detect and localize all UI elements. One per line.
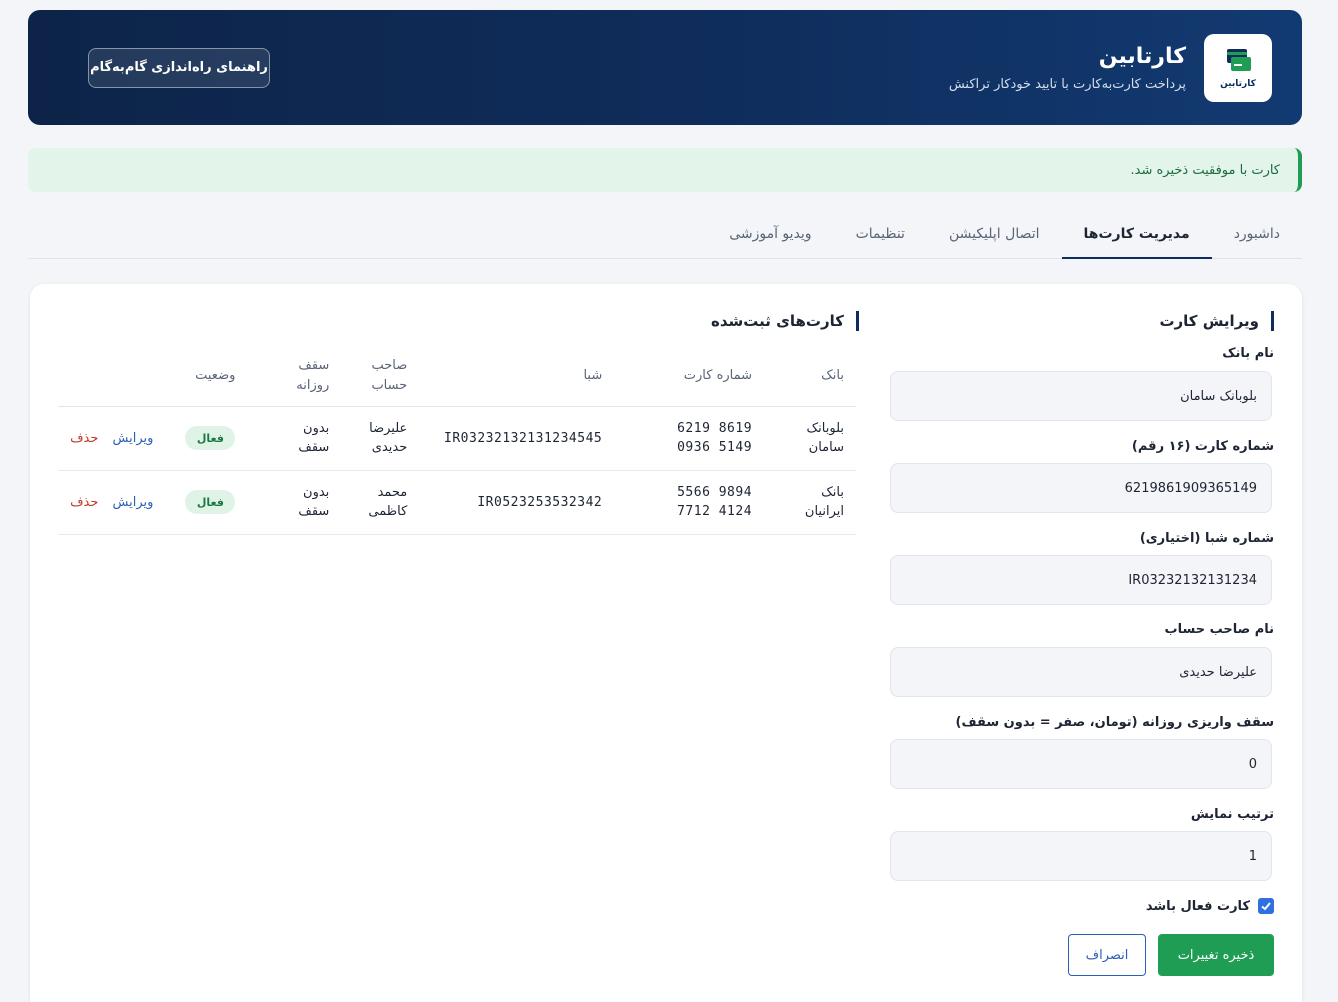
- cards-table: بانک شماره کارت شبا صاحب حساب سقف روزانه…: [58, 346, 856, 535]
- main-tabs: داشبورد مدیریت کارت‌ها اتصال اپلیکیشن تن…: [28, 210, 1302, 259]
- display-order-label: ترتیب نمایش: [1190, 807, 1274, 822]
- account-holder-label: نام صاحب حساب: [1164, 622, 1274, 637]
- delete-link[interactable]: حذف: [70, 431, 98, 446]
- tab-dashboard[interactable]: داشبورد: [1212, 210, 1302, 258]
- cards-table-title: کارت‌های ثبت‌شده: [711, 311, 859, 331]
- brand: کارتابین کارتابین پرداخت کارت‌به‌کارت با…: [949, 33, 1272, 102]
- active-checkbox-row[interactable]: کارت فعال باشد: [1146, 898, 1274, 914]
- tab-app-connection[interactable]: اتصال اپلیکیشن: [927, 210, 1062, 258]
- cell-holder: علیرضا حدیدی: [369, 421, 408, 455]
- tab-card-management[interactable]: مدیریت کارت‌ها: [1061, 210, 1212, 259]
- col-actions: [58, 346, 166, 407]
- delete-link[interactable]: حذف: [70, 495, 98, 510]
- cancel-button[interactable]: انصراف: [1068, 934, 1146, 976]
- setup-guide-button[interactable]: راهنمای راه‌اندازی گام‌به‌گام: [88, 47, 270, 88]
- sheba-label: شماره شبا (اختیاری): [1139, 531, 1274, 546]
- active-checkbox-label: کارت فعال باشد: [1145, 898, 1250, 914]
- col-bank: بانک: [764, 346, 856, 407]
- cell-limit: بدون سقف: [298, 485, 330, 519]
- sheba-input[interactable]: [890, 555, 1272, 605]
- cell-holder: محمد کاظمی: [368, 485, 408, 519]
- col-card-number: شماره کارت: [614, 346, 765, 407]
- app-title: کارتابین: [1098, 43, 1186, 69]
- cell-limit: بدون سقف: [298, 421, 330, 455]
- cell-card-line2: 7712 4124: [677, 504, 753, 519]
- tab-settings[interactable]: تنظیمات: [834, 210, 927, 258]
- status-badge: فعال: [185, 426, 236, 450]
- edit-link[interactable]: ویرایش: [113, 431, 154, 446]
- cell-card-line2: 0936 5149: [677, 440, 753, 455]
- tab-tutorial-video[interactable]: ویدیو آموزشی: [707, 210, 833, 258]
- cell-card-line1: 6219 8619: [677, 421, 753, 436]
- app-subtitle: پرداخت کارت‌به‌کارت با تایید خودکار تراک…: [948, 76, 1186, 92]
- logo-text: کارتابین: [1220, 78, 1256, 89]
- check-icon: [1261, 902, 1271, 911]
- card-logo-icon: [1227, 48, 1251, 71]
- status-badge: فعال: [185, 490, 236, 514]
- col-account-holder: صاحب حساب: [371, 357, 408, 393]
- alert-message: کارت با موفقیت ذخیره شد.: [1130, 162, 1280, 178]
- table-row: بانک ایرانیان 5566 9894 7712 4124 IR0523…: [58, 470, 856, 535]
- cell-bank: بلوبانک سامان: [806, 421, 844, 455]
- success-alert: کارت با موفقیت ذخیره شد.: [28, 148, 1302, 192]
- brand-text: کارتابین پرداخت کارت‌به‌کارت با تایید خو…: [949, 44, 1186, 92]
- cell-sheba: IR03232132131234545: [444, 430, 603, 446]
- cell-card-line1: 5566 9894: [677, 485, 753, 500]
- display-order-input[interactable]: [890, 831, 1272, 881]
- cell-sheba: IR0523253532342: [477, 494, 603, 510]
- account-holder-input[interactable]: [890, 647, 1272, 697]
- daily-limit-label: سقف واریزی روزانه (تومان، صفر = بدون سقف…: [955, 715, 1274, 730]
- bank-name-input[interactable]: [890, 371, 1272, 421]
- cell-bank: بانک ایرانیان: [804, 485, 844, 519]
- daily-limit-input[interactable]: [890, 739, 1272, 789]
- edit-link[interactable]: ویرایش: [113, 495, 154, 510]
- col-sheba: شبا: [419, 346, 615, 407]
- bank-name-label: نام بانک: [1222, 346, 1274, 361]
- col-daily-limit: سقف روزانه: [296, 357, 330, 393]
- main-panel: ویرایش کارت نام بانک شماره کارت (۱۶ رقم)…: [30, 284, 1302, 1002]
- active-checkbox[interactable]: [1258, 898, 1274, 914]
- save-changes-button[interactable]: ذخیره تغییرات: [1158, 934, 1274, 976]
- table-row: بلوبانک سامان 6219 8619 0936 5149 IR0323…: [58, 406, 856, 471]
- col-status: وضعیت: [165, 346, 248, 407]
- form-title: ویرایش کارت: [1159, 311, 1274, 331]
- app-header: کارتابین کارتابین پرداخت کارت‌به‌کارت با…: [28, 10, 1302, 125]
- table-header-row: بانک شماره کارت شبا صاحب حساب سقف روزانه…: [58, 346, 856, 407]
- app-logo: کارتابین: [1204, 33, 1272, 102]
- card-number-input[interactable]: [890, 463, 1272, 513]
- card-number-label: شماره کارت (۱۶ رقم): [1131, 439, 1274, 454]
